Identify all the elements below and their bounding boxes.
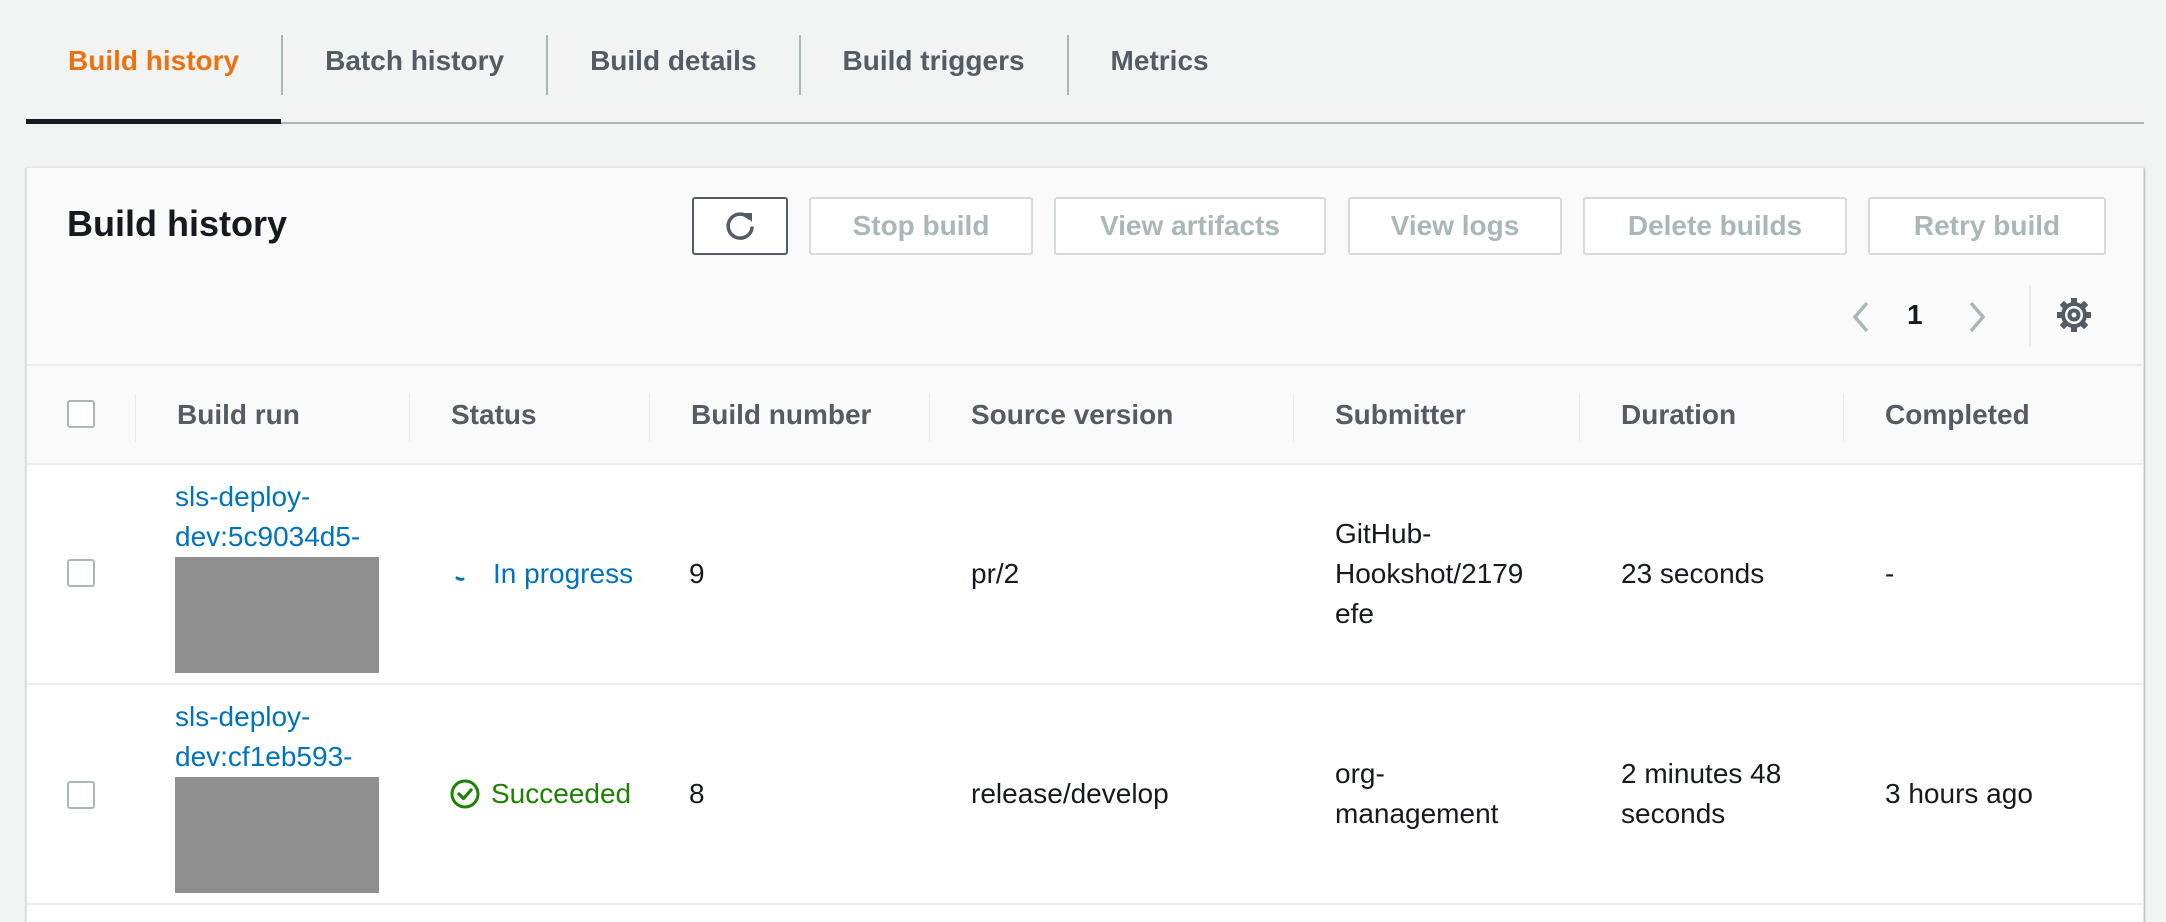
- column-header-submitter[interactable]: Submitter: [1335, 366, 1466, 463]
- column-divider: [1293, 394, 1294, 442]
- column-header-duration[interactable]: Duration: [1621, 366, 1736, 463]
- select-all-checkbox[interactable]: [67, 400, 95, 428]
- column-header-build-number[interactable]: Build number: [691, 366, 871, 463]
- duration-cell: 2 minutes 48 seconds: [1621, 685, 1781, 903]
- pager-divider: [2029, 285, 2031, 347]
- refresh-button[interactable]: [692, 197, 788, 255]
- build-run-link[interactable]: sls-deploy-: [175, 477, 310, 517]
- table-header: Build run Status Build number Source ver…: [27, 366, 2143, 465]
- redacted-region: [175, 777, 379, 893]
- build-run-link-cont[interactable]: dev:5c9034d5-: [175, 517, 360, 557]
- tab-metrics[interactable]: Metrics: [1069, 0, 1251, 122]
- row-checkbox[interactable]: [67, 781, 95, 809]
- previous-page-button[interactable]: [1845, 297, 1875, 337]
- check-circle-icon: [450, 779, 480, 809]
- submitter-line: management: [1335, 798, 1499, 829]
- preferences-button[interactable]: [2055, 296, 2093, 334]
- next-page-button[interactable]: [1963, 297, 1993, 337]
- stop-build-button[interactable]: Stop build: [809, 197, 1033, 255]
- build-run-link-cont[interactable]: dev:cf1eb593-: [175, 737, 352, 777]
- build-number-cell: 9: [689, 558, 705, 589]
- submitter-cell: org- management: [1335, 685, 1498, 903]
- duration-line: 2 minutes 48: [1621, 758, 1782, 789]
- submitter-cell: GitHub- Hookshot/2179 efe: [1335, 465, 1523, 683]
- view-artifacts-button[interactable]: View artifacts: [1054, 197, 1326, 255]
- pagination: 1: [1833, 285, 2113, 347]
- column-header-status[interactable]: Status: [451, 366, 537, 463]
- build-number-cell: 8: [689, 778, 705, 809]
- gear-icon: [2057, 298, 2091, 332]
- source-version-cell: release/develop: [971, 778, 1169, 809]
- chevron-left-icon: [1852, 301, 1869, 333]
- status-text: Succeeded: [491, 778, 632, 809]
- source-version-cell: pr/2: [971, 558, 1020, 589]
- status-cell: Succeeded: [449, 685, 631, 903]
- panel-header: Build history Stop build View artifacts …: [27, 168, 2143, 366]
- chevron-right-icon: [1969, 301, 1986, 333]
- spinner-icon: [455, 576, 465, 581]
- column-divider: [135, 394, 136, 442]
- duration-cell: 23 seconds: [1621, 558, 1765, 589]
- refresh-icon: [726, 212, 754, 240]
- tab-build-triggers[interactable]: Build triggers: [801, 0, 1067, 122]
- column-header-source-version[interactable]: Source version: [971, 366, 1173, 463]
- column-divider: [649, 394, 650, 442]
- submitter-line: org-: [1335, 758, 1385, 789]
- view-logs-button[interactable]: View logs: [1348, 197, 1562, 255]
- tab-build-details[interactable]: Build details: [548, 0, 798, 122]
- column-divider: [1843, 394, 1844, 442]
- delete-builds-button[interactable]: Delete builds: [1583, 197, 1847, 255]
- tab-batch-history[interactable]: Batch history: [283, 0, 546, 122]
- column-header-build-run[interactable]: Build run: [177, 366, 300, 463]
- table-row: sls-deploy- dev:5c9034d5- In progress 9 …: [27, 465, 2143, 685]
- column-header-completed[interactable]: Completed: [1885, 366, 2030, 463]
- completed-cell: 3 hours ago: [1885, 778, 2033, 809]
- tab-build-history[interactable]: Build history: [26, 0, 282, 124]
- duration-line: seconds: [1621, 798, 1726, 829]
- submitter-line: GitHub-: [1335, 518, 1432, 549]
- column-divider: [929, 394, 930, 442]
- redacted-region: [175, 557, 379, 673]
- row-checkbox[interactable]: [67, 559, 95, 587]
- submitter-line: Hookshot/2179: [1335, 558, 1524, 589]
- column-divider: [409, 394, 410, 442]
- build-run-cell: sls-deploy- dev:cf1eb593-: [175, 685, 379, 903]
- tab-bar: Build history Batch history Build detail…: [26, 0, 2144, 124]
- column-divider: [1579, 394, 1580, 442]
- table-row: sls-deploy- dev:cf1eb593- Succeeded 8 re…: [27, 685, 2143, 905]
- build-run-cell: sls-deploy- dev:5c9034d5-: [175, 465, 379, 683]
- submitter-line: efe: [1335, 598, 1374, 629]
- panel-title: Build history: [67, 203, 288, 244]
- retry-build-button[interactable]: Retry build: [1868, 197, 2106, 255]
- status-cell: In progress: [451, 465, 633, 683]
- build-history-panel: Build history Stop build View artifacts …: [26, 167, 2144, 922]
- status-text: In progress: [493, 558, 634, 589]
- completed-cell: -: [1885, 558, 1895, 589]
- build-run-link[interactable]: sls-deploy-: [175, 697, 310, 737]
- current-page[interactable]: 1: [1907, 299, 1923, 331]
